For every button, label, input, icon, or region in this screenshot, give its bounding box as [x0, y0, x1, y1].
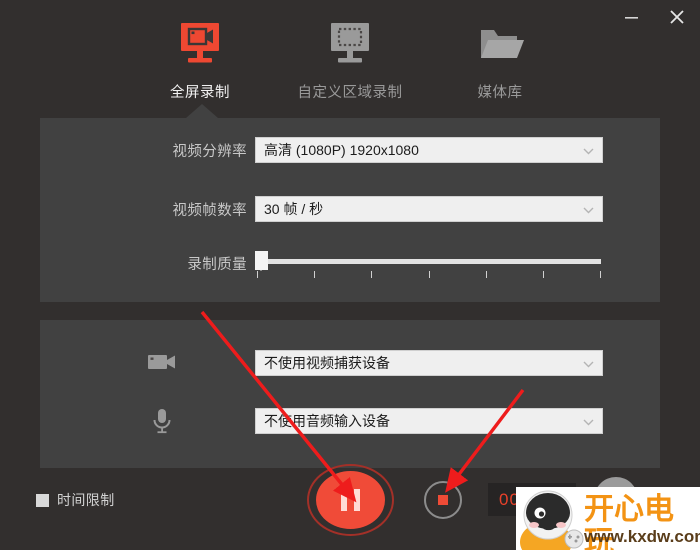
slider-tick	[542, 271, 544, 278]
video-device-row: 不使用视频捕获设备	[40, 350, 660, 376]
slider-ticks	[257, 271, 601, 279]
resolution-row: 视频分辨率 高清 (1080P) 1920x1080	[40, 137, 660, 163]
tab-bar: 全屏录制 自定义区域录制 媒体库	[0, 10, 700, 115]
time-limit-label: 时间限制	[57, 492, 115, 508]
slider-tick	[428, 271, 430, 278]
resolution-select[interactable]: 高清 (1080P) 1920x1080	[255, 137, 603, 163]
chevron-down-icon	[583, 413, 594, 429]
audio-device-select[interactable]: 不使用音频输入设备	[255, 408, 603, 434]
time-limit-checkbox[interactable]: 时间限制	[36, 490, 115, 510]
framerate-row: 视频帧数率 30 帧 / 秒	[40, 196, 660, 222]
settings-panel: 视频分辨率 高清 (1080P) 1920x1080 视频帧数率 30 帧 / …	[40, 118, 660, 302]
camcorder-icon	[40, 352, 255, 374]
pause-button[interactable]	[307, 464, 394, 536]
watermark: 开心电玩 www.kxdw.com	[516, 487, 700, 550]
stop-button[interactable]	[424, 481, 462, 519]
tab-library[interactable]: 媒体库	[425, 10, 575, 102]
chevron-down-icon	[583, 142, 594, 158]
framerate-select[interactable]: 30 帧 / 秒	[255, 196, 603, 222]
checkbox-box[interactable]	[36, 493, 49, 507]
slider-tick	[600, 271, 601, 278]
active-tab-pointer	[186, 104, 218, 118]
chevron-down-icon	[583, 201, 594, 217]
tab-label: 自定义区域录制	[297, 85, 403, 101]
slider-track	[257, 259, 601, 264]
tab-label: 媒体库	[477, 85, 523, 101]
devices-panel: 不使用视频捕获设备 不使用音频输入设备	[40, 320, 660, 468]
stop-icon	[438, 495, 448, 505]
tab-label: 全屏录制	[170, 85, 230, 101]
monitor-selection-icon	[324, 18, 376, 70]
monitor-video-icon	[174, 18, 226, 70]
audio-device-row: 不使用音频输入设备	[40, 406, 660, 436]
framerate-label: 视频帧数率	[172, 202, 247, 219]
slider-tick	[314, 271, 316, 278]
slider-tick	[485, 271, 487, 278]
tab-region[interactable]: 自定义区域录制	[275, 10, 425, 102]
video-device-select[interactable]: 不使用视频捕获设备	[255, 350, 603, 376]
resolution-value: 高清 (1080P) 1920x1080	[264, 142, 419, 158]
folder-icon	[474, 18, 526, 70]
audio-device-value: 不使用音频输入设备	[264, 413, 390, 429]
pause-icon	[316, 471, 385, 529]
slider-handle[interactable]	[255, 251, 268, 271]
watermark-url: www.kxdw.com	[584, 527, 700, 546]
framerate-value: 30 帧 / 秒	[264, 201, 324, 217]
quality-row: 录制质量	[40, 248, 660, 278]
slider-tick	[371, 271, 373, 278]
quality-label: 录制质量	[187, 256, 247, 273]
slider-tick	[257, 271, 258, 278]
tab-fullscreen[interactable]: 全屏录制	[125, 10, 275, 102]
chevron-down-icon	[583, 355, 594, 371]
resolution-label: 视频分辨率	[172, 143, 247, 160]
recorder-window: 全屏录制 自定义区域录制 媒体库 视频分辨率 高清 (1080P) 1920x1…	[0, 0, 700, 550]
video-device-value: 不使用视频捕获设备	[264, 355, 390, 371]
microphone-icon	[40, 406, 255, 436]
quality-slider[interactable]	[255, 248, 603, 278]
